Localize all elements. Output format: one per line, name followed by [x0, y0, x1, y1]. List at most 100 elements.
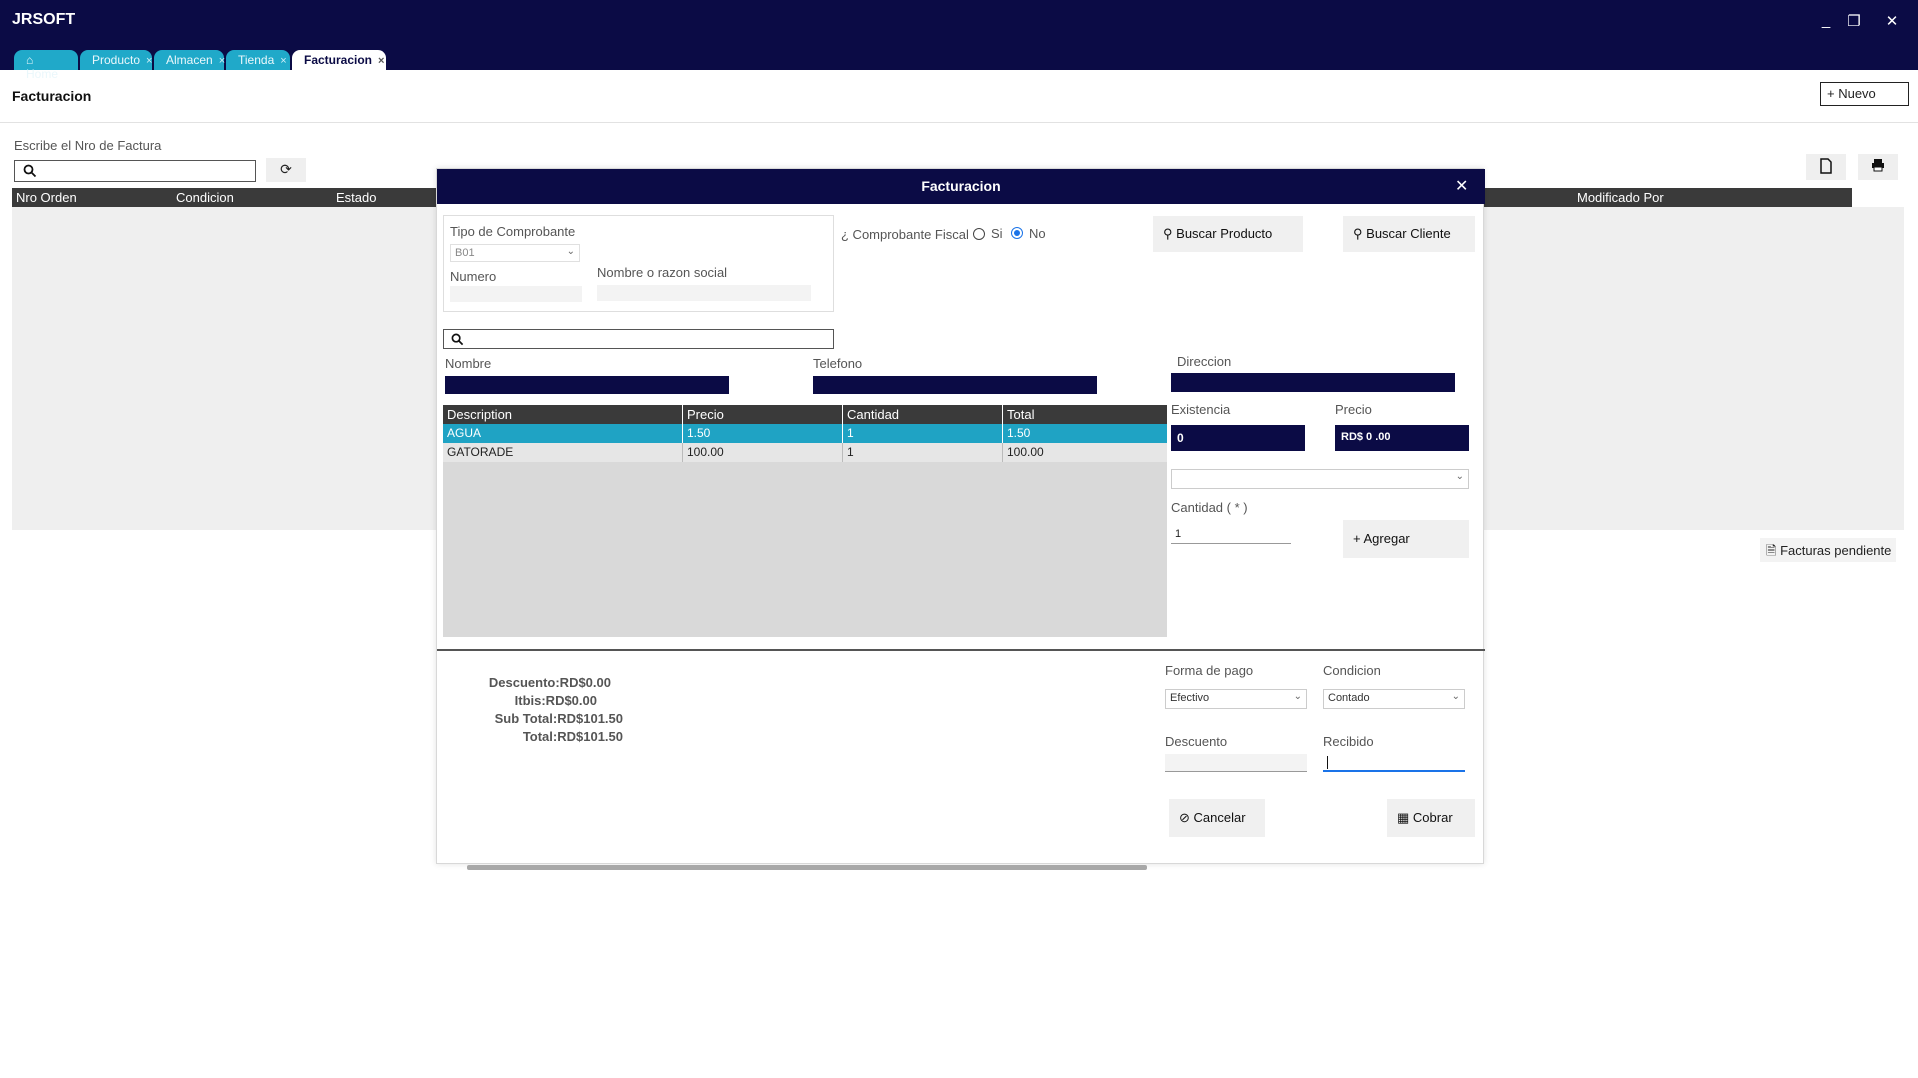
table-cell: 1	[843, 424, 1003, 443]
refresh-button[interactable]: ⟳	[266, 158, 306, 182]
cantidad-label: Cantidad ( * )	[1171, 500, 1248, 515]
document-icon	[1820, 158, 1832, 174]
tab-tienda[interactable]: Tienda ×	[226, 50, 290, 70]
column-header[interactable]: Cantidad	[843, 405, 1003, 424]
precio-label: Precio	[1335, 402, 1372, 417]
search-icon: ⚲	[1163, 226, 1173, 241]
products-table[interactable]: Description Precio Cantidad Total AGUA 1…	[443, 405, 1167, 870]
close-tab-icon[interactable]: ×	[146, 55, 152, 67]
cobrar-button[interactable]: ▦ Cobrar	[1387, 799, 1475, 837]
column-header[interactable]: Nro Orden	[16, 190, 77, 205]
telefono-label: Telefono	[813, 356, 863, 371]
new-button[interactable]: + Nuevo	[1820, 82, 1909, 106]
close-tab-icon[interactable]: ×	[280, 55, 286, 67]
nombre-razon-field[interactable]	[597, 285, 811, 301]
column-header[interactable]: Condicion	[176, 190, 234, 205]
dialog-title: Facturacion	[921, 178, 1001, 194]
document-icon: 🗎	[1766, 543, 1777, 558]
invoice-search-input[interactable]	[14, 160, 256, 182]
print-button[interactable]	[1858, 154, 1898, 180]
fiscal-si-label: Si	[991, 226, 1003, 241]
tab-producto[interactable]: Producto ×	[80, 50, 152, 70]
divider	[0, 122, 1918, 123]
horizontal-scrollbar[interactable]	[467, 865, 1147, 870]
table-cell: 1.50	[683, 424, 843, 443]
minimize-button[interactable]: _	[1816, 12, 1836, 29]
close-window-button[interactable]: ✕	[1882, 12, 1902, 30]
table-row[interactable]: GATORADE 100.00 1 100.00	[443, 443, 1167, 462]
chevron-down-icon: ⌄	[1451, 691, 1460, 702]
fiscal-no-label: No	[1029, 226, 1046, 241]
fiscal-no-radio[interactable]	[1011, 227, 1023, 239]
recibido-label: Recibido	[1323, 734, 1374, 749]
cancelar-button[interactable]: ⊘ Cancelar	[1169, 799, 1265, 837]
chevron-down-icon: ⌄	[1455, 471, 1464, 482]
existencia-field[interactable]: 0	[1171, 425, 1305, 451]
precio-field[interactable]: RD$ 0 .00	[1335, 425, 1469, 451]
table-header: Description Precio Cantidad Total	[443, 405, 1167, 424]
fiscal-si-radio[interactable]	[973, 228, 985, 240]
numero-field[interactable]	[450, 286, 582, 302]
cantidad-field[interactable]: 1	[1171, 526, 1291, 544]
table-cell: 100.00	[1007, 445, 1044, 459]
divider	[437, 649, 1485, 651]
tab-home[interactable]: ⌂ Home	[14, 50, 78, 81]
nombre-label: Nombre	[445, 356, 492, 371]
restore-button[interactable]: ❐	[1844, 12, 1864, 30]
numero-label: Numero	[450, 269, 497, 284]
descuento-field[interactable]	[1165, 754, 1307, 772]
search-label: Escribe el Nro de Factura	[14, 138, 162, 153]
table-cell: 1	[843, 443, 1003, 462]
search-icon	[451, 333, 464, 346]
existencia-label: Existencia	[1171, 402, 1231, 417]
buscar-cliente-button[interactable]: ⚲ Buscar Cliente	[1343, 216, 1475, 252]
nombre-razon-label: Nombre o razon social	[597, 265, 728, 280]
close-dialog-button[interactable]: ✕	[1455, 176, 1468, 196]
condicion-label: Condicion	[1323, 663, 1381, 678]
table-row[interactable]: AGUA 1.50 1 1.50	[443, 424, 1167, 443]
condicion-select[interactable]: Contado ⌄	[1323, 689, 1465, 709]
nombre-field[interactable]	[445, 376, 729, 394]
chevron-down-icon: ⌄	[1293, 691, 1302, 702]
app-title: JRSOFT	[12, 11, 76, 28]
page-title: Facturacion	[12, 88, 92, 104]
search-icon	[23, 164, 37, 178]
comprobante-panel: Tipo de Comprobante B01 ⌄ Numero Nombre …	[443, 215, 834, 312]
buscar-producto-button[interactable]: ⚲ Buscar Producto	[1153, 216, 1303, 252]
column-header[interactable]: Modificado Por	[1577, 190, 1664, 205]
direccion-field[interactable]	[1171, 373, 1455, 392]
telefono-field[interactable]	[813, 376, 1097, 394]
billing-dialog: Facturacion ✕ Tipo de Comprobante B01 ⌄ …	[436, 168, 1485, 870]
direccion-label: Direccion	[1177, 354, 1232, 369]
tipo-comprobante-select[interactable]: B01 ⌄	[450, 244, 580, 262]
column-header[interactable]: Description	[443, 405, 683, 424]
plus-icon: +	[1353, 531, 1361, 546]
close-tab-icon[interactable]: ×	[219, 55, 225, 67]
home-icon: ⌂	[26, 53, 34, 67]
cash-register-icon: ▦	[1397, 810, 1410, 825]
text-cursor	[1327, 756, 1328, 769]
export-button[interactable]	[1806, 154, 1846, 180]
cancel-icon: ⊘	[1179, 810, 1190, 825]
tipo-comprobante-label: Tipo de Comprobante	[450, 224, 576, 239]
column-header[interactable]: Precio	[683, 405, 843, 424]
recibido-field[interactable]	[1323, 754, 1465, 772]
chevron-down-icon: ⌄	[566, 246, 575, 257]
column-header[interactable]: Estado	[336, 190, 376, 205]
forma-pago-label: Forma de pago	[1165, 663, 1254, 678]
customer-search-input[interactable]	[443, 329, 834, 349]
total-summary: Total:RD$101.50	[522, 729, 623, 744]
agregar-button[interactable]: + Agregar	[1343, 520, 1469, 558]
tab-almacen[interactable]: Almacen ×	[154, 50, 225, 70]
refresh-icon: ⟳	[280, 161, 292, 177]
table-cell: AGUA	[443, 424, 683, 443]
table-cell: 1.50	[1007, 426, 1031, 440]
tab-facturacion[interactable]: Facturacion ×	[292, 50, 386, 70]
column-header[interactable]: Total	[1003, 405, 1167, 424]
printer-icon	[1872, 159, 1884, 172]
forma-pago-select[interactable]: Efectivo ⌄	[1165, 689, 1307, 709]
pending-invoices-button[interactable]: 🗎 Facturas pendiente	[1760, 538, 1896, 562]
product-select[interactable]: ⌄	[1171, 469, 1469, 489]
close-tab-icon[interactable]: ×	[378, 55, 384, 67]
dialog-title-bar: Facturacion ✕	[437, 169, 1485, 204]
